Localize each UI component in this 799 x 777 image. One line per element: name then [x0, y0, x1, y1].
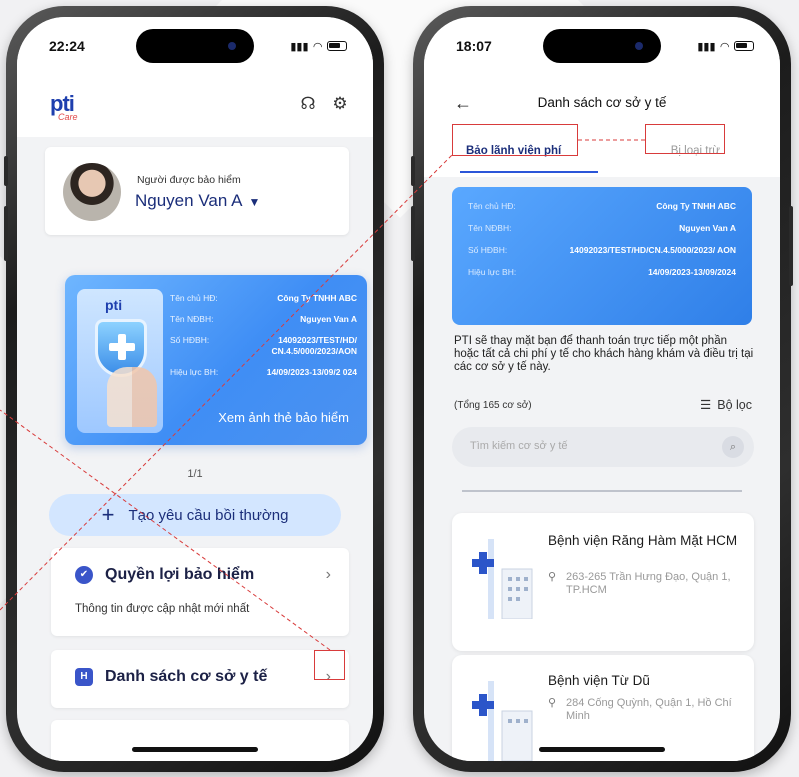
- home-indicator: [132, 747, 258, 752]
- people-illustration: [107, 367, 157, 427]
- card-row-policy: Số HĐBH: 14092023/TEST/HD/ CN.4.5/000/202…: [170, 335, 357, 356]
- pti-logo: pti: [105, 297, 123, 313]
- hospital-icon: H: [75, 668, 93, 686]
- insured-person-card[interactable]: Người được bảo hiểm Nguyen Van A ▼: [45, 147, 349, 235]
- card-row-holder: Tên chủ HĐ: Công Ty TNHH ABC: [468, 201, 736, 211]
- next-menu-item[interactable]: [51, 720, 349, 761]
- status-time: 18:07: [456, 38, 492, 54]
- shield-check-icon: ✔: [75, 566, 93, 584]
- filter-icon: ☰: [700, 398, 712, 412]
- chevron-right-icon[interactable]: ›: [326, 566, 331, 584]
- view-card-image-link[interactable]: Xem ảnh thẻ bảo hiểm: [218, 410, 349, 425]
- home-indicator: [539, 747, 665, 752]
- benefits-title: Quyền lợi bảo hiểm: [105, 566, 255, 583]
- hospital-address: ⚲ 284 Cống Quỳnh, Quận 1, Hồ Chí Minh: [548, 697, 732, 722]
- hospital-address: ⚲ 263-265 Trần Hưng Đạo, Quận 1, TP.HCM: [548, 571, 731, 596]
- hospital-building-icon: [472, 681, 533, 761]
- headset-icon[interactable]: ☊: [297, 93, 319, 115]
- signal-icon: ▮▮▮: [290, 40, 309, 53]
- hospital-name: Bệnh viện Răng Hàm Mặt HCM: [548, 533, 738, 548]
- highlight-guarantee-tab: [452, 124, 578, 156]
- card-row-holder: Tên chủ HĐ: Công Ty TNHH ABC: [170, 293, 357, 303]
- right-phone: 18:07 ▮▮▮ ◠ ← Danh sách cơ sở y tế Bảo lã…: [411, 6, 793, 772]
- insurance-card: Tên chủ HĐ: Công Ty TNHH ABC Tên NĐBH: Ngu…: [452, 187, 752, 325]
- facility-count: (Tổng 165 cơ sở): [454, 400, 532, 411]
- create-claim-button[interactable]: + Tạo yêu cầu bồi thường: [49, 494, 341, 536]
- signal-icon: ▮▮▮: [697, 40, 716, 53]
- card-illustration: pti: [77, 289, 163, 433]
- page-title: Danh sách cơ sở y tế: [537, 95, 667, 110]
- hospital-list-item[interactable]: Bệnh viện Từ Dũ ⚲ 284 Cống Quỳnh, Quận 1,…: [452, 655, 754, 761]
- wifi-icon: ◠: [313, 40, 322, 53]
- card-pager: 1/1: [187, 468, 203, 480]
- card-row-insured: Tên NĐBH: Nguyen Van A: [468, 223, 736, 233]
- highlight-excluded-tab: [645, 124, 725, 154]
- benefits-card[interactable]: ✔ Quyền lợi bảo hiểm › Thông tin được cập…: [51, 548, 349, 636]
- battery-icon: [734, 41, 754, 51]
- hospital-building-icon: [472, 539, 533, 619]
- plus-icon: +: [101, 502, 115, 527]
- battery-icon: [327, 41, 347, 51]
- hospital-name: Bệnh viện Từ Dũ: [548, 673, 650, 688]
- benefits-subtitle: Thông tin được cập nhật mới nhất: [75, 603, 250, 615]
- location-pin-icon: ⚲: [548, 571, 557, 583]
- settings-icon[interactable]: ⚙: [329, 93, 351, 115]
- facilities-title: Danh sách cơ sở y tế: [105, 668, 268, 685]
- highlight-facilities-arrow: [314, 650, 345, 680]
- card-row-insured: Tên NĐBH: Nguyen Van A: [170, 314, 357, 324]
- avatar: [63, 163, 121, 221]
- active-tab-indicator: [460, 171, 598, 173]
- divider: [462, 490, 742, 492]
- pti-care-logo: pti Care: [50, 91, 78, 122]
- insured-name-selector[interactable]: Nguyen Van A ▼: [135, 191, 260, 211]
- location-pin-icon: ⚲: [548, 697, 557, 709]
- insurance-card[interactable]: pti Tên chủ HĐ: Công Ty TNHH ABC Tên NĐBH…: [65, 275, 367, 445]
- status-icons: ▮▮▮ ◠: [697, 40, 754, 53]
- filter-button[interactable]: ☰ Bộ lọc: [700, 397, 752, 413]
- insured-label: Người được bảo hiểm: [137, 174, 241, 186]
- card-row-policy: Số HĐBH: 14092023/TEST/HD/CN.4.5/000/2023…: [468, 245, 736, 255]
- guarantee-description: PTI sẽ thay mặt bạn để thanh toán trực t…: [454, 335, 754, 373]
- hospital-list-item[interactable]: Bệnh viện Răng Hàm Mặt HCM ⚲ 263-265 Trần…: [452, 513, 754, 651]
- status-icons: ▮▮▮ ◠: [290, 40, 347, 53]
- chevron-down-icon: ▼: [248, 195, 261, 209]
- card-row-validity: Hiệu lực BH: 14/09/2023-13/09/2024: [468, 267, 736, 277]
- status-time: 22:24: [49, 38, 85, 54]
- card-row-validity: Hiệu lực BH: 14/09/2023-13/09/2 024: [170, 367, 357, 377]
- wifi-icon: ◠: [720, 40, 729, 53]
- search-icon[interactable]: ⌕: [722, 436, 744, 458]
- facilities-menu-item[interactable]: H Danh sách cơ sở y tế ›: [51, 650, 349, 708]
- search-input[interactable]: Tìm kiếm cơ sở y tế ⌕: [452, 427, 754, 467]
